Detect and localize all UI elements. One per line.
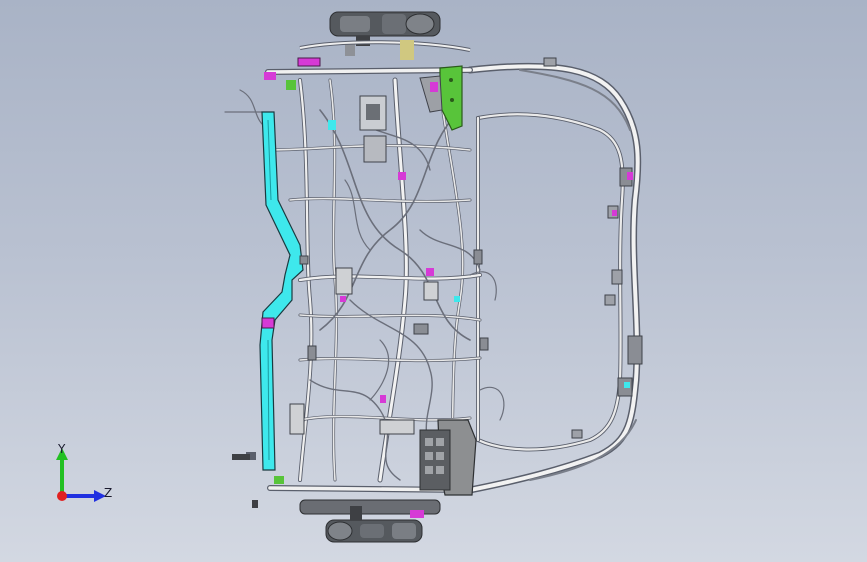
cad-graphics-viewport[interactable]: Y Z <box>0 0 867 562</box>
wiring-harness-model[interactable] <box>0 0 867 562</box>
top-motor-assembly <box>297 11 471 67</box>
origin-marker <box>57 491 67 501</box>
fuse-box-assembly <box>379 419 477 496</box>
green-mounting-bracket <box>419 65 463 131</box>
z-axis-label: Z <box>104 486 113 500</box>
y-axis-label: Y <box>58 442 66 456</box>
bottom-motor-assembly <box>299 499 441 543</box>
coordinate-triad <box>56 448 106 502</box>
